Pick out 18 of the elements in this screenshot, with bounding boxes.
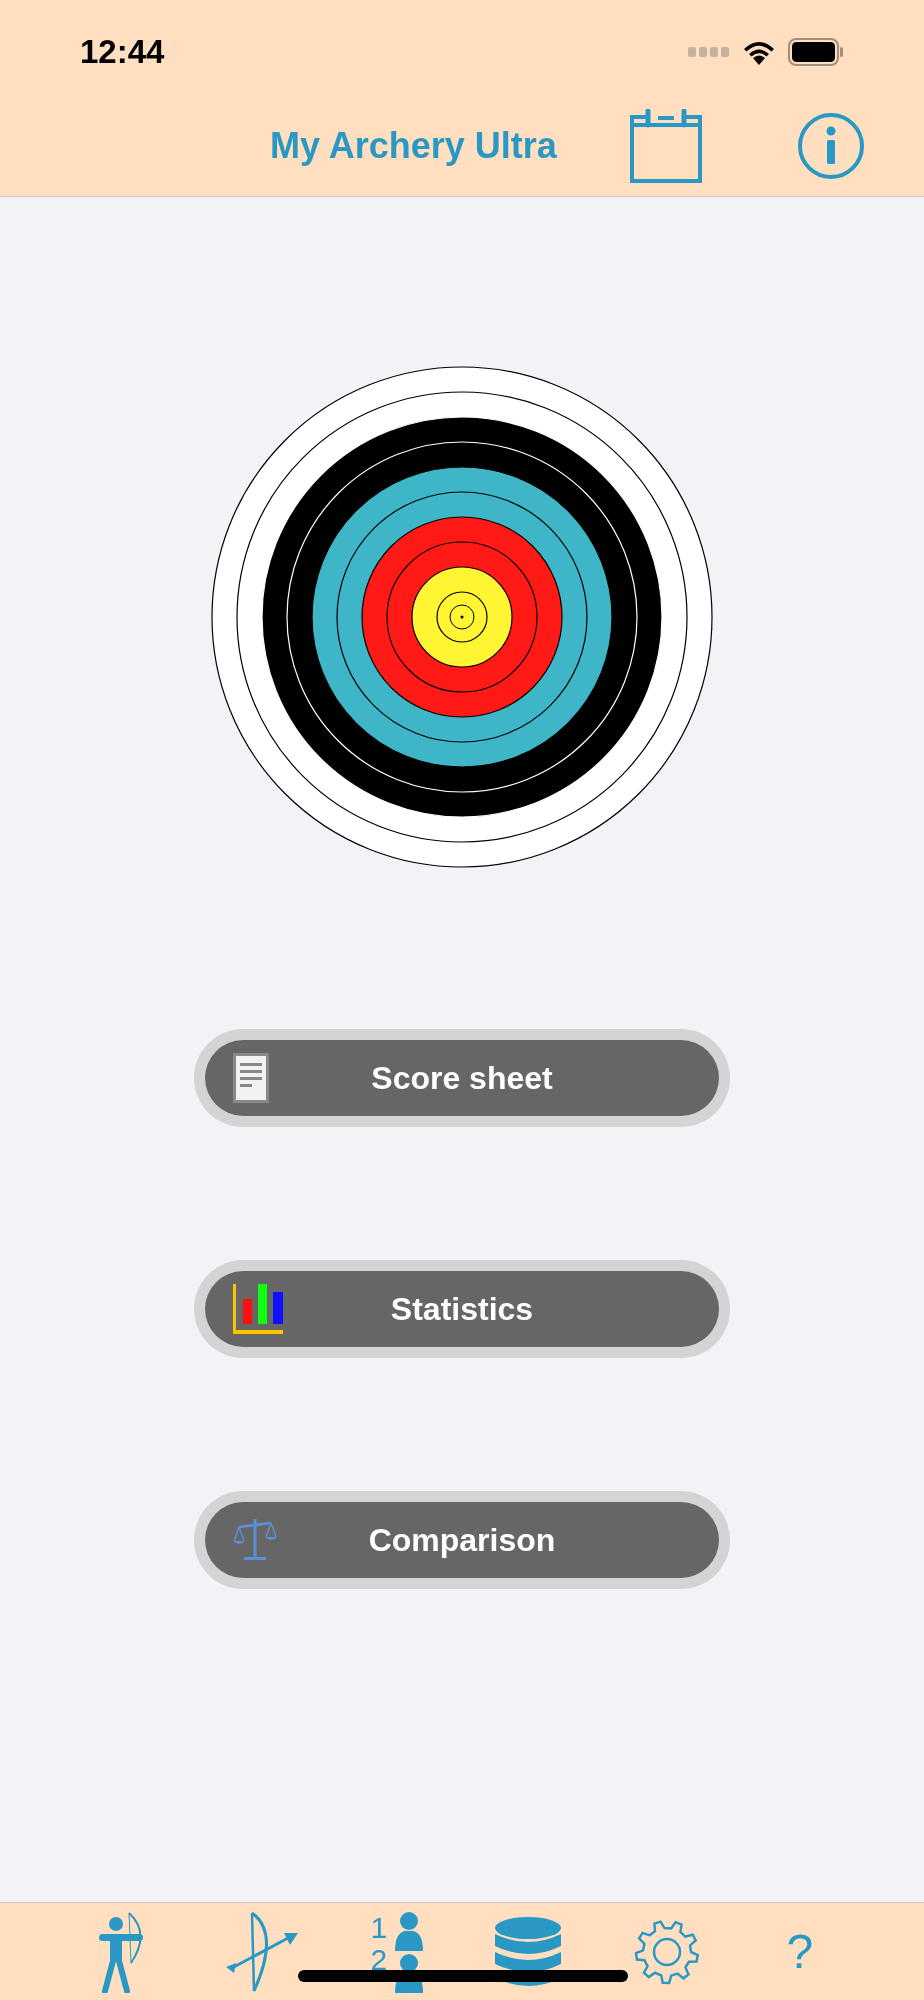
- calendar-button[interactable]: [630, 108, 702, 183]
- menu-button[interactable]: Score sheet: [205, 1040, 719, 1116]
- info-icon: [798, 112, 864, 179]
- rank-number: 1: [370, 1912, 388, 1943]
- status-time: 12:44: [80, 31, 165, 72]
- bar-chart-icon: [233, 1284, 283, 1334]
- rank-number: 2: [370, 1944, 388, 1975]
- app-title: My Archery Ultra: [270, 123, 558, 168]
- info-button[interactable]: [798, 112, 864, 179]
- settings-icon: [632, 1917, 701, 1986]
- signal-icon: [688, 46, 730, 57]
- balance-scale-icon: [233, 1519, 277, 1561]
- bow-and-arrow-icon: [224, 1910, 301, 1993]
- menu-button[interactable]: Comparison: [205, 1502, 719, 1578]
- document-icon: [233, 1053, 269, 1103]
- calendar-icon: [630, 108, 702, 183]
- battery-icon: [788, 37, 844, 66]
- menu-button[interactable]: Statistics: [205, 1271, 719, 1347]
